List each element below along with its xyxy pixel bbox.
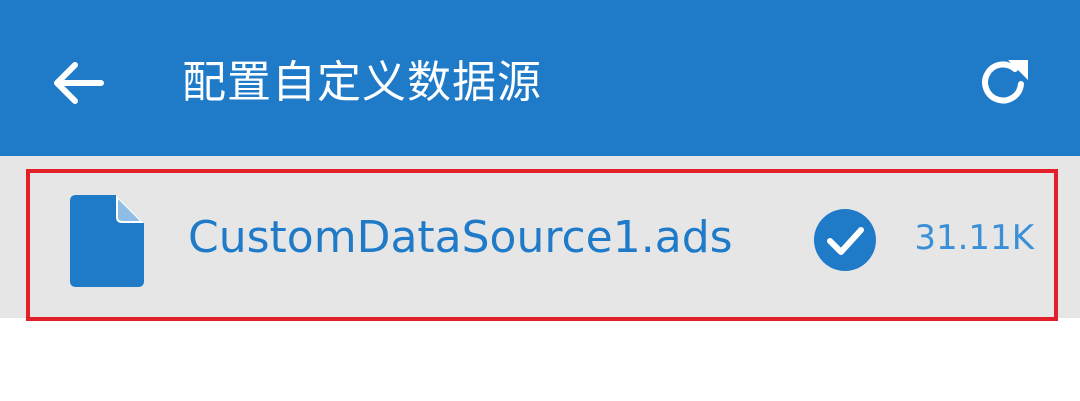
file-list-item[interactable]: CustomDataSource1.ads 31.11K (26, 169, 1058, 321)
check-circle-icon (814, 209, 876, 271)
refresh-icon (982, 60, 1028, 104)
file-name: CustomDataSource1.ads (188, 212, 733, 263)
back-button[interactable] (40, 46, 114, 120)
toolbar: 配置自定义数据源 (0, 0, 1080, 156)
refresh-button[interactable] (966, 46, 1040, 120)
file-size: 31.11K (914, 218, 1034, 258)
file-icon (70, 195, 144, 287)
app-screen: 配置自定义数据源 CustomDataSource1.ads 31.11K (0, 0, 1080, 401)
arrow-left-icon (54, 62, 104, 104)
page-title: 配置自定义数据源 (182, 57, 542, 108)
